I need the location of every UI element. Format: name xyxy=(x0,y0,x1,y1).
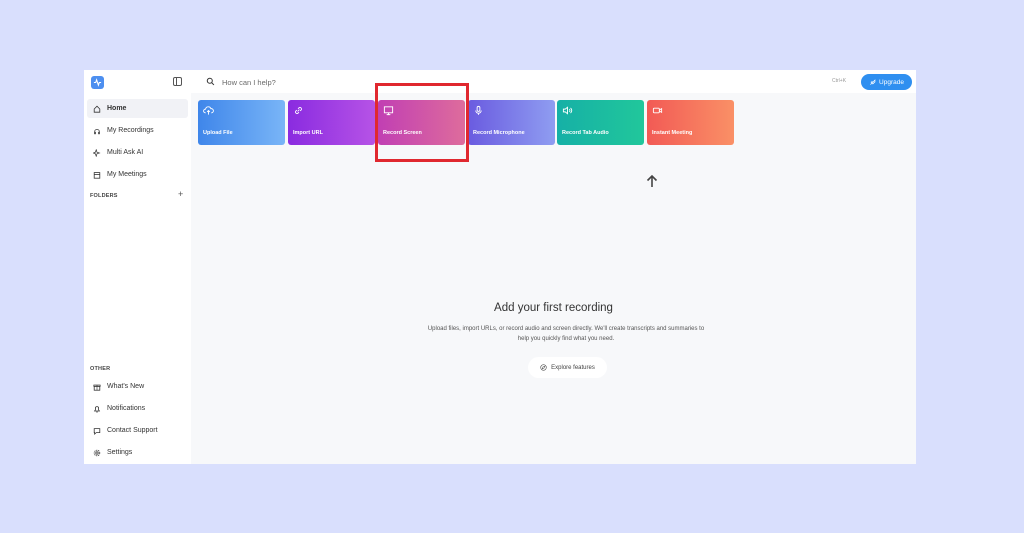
explore-features-label: Explore features xyxy=(551,364,595,371)
sidebar-item-label: What's New xyxy=(107,383,145,390)
sidebar-item-label: Notifications xyxy=(107,405,146,412)
sparkle-icon xyxy=(92,148,101,157)
sidebar-item-label: Home xyxy=(107,105,127,112)
upgrade-button[interactable]: Upgrade xyxy=(861,74,912,90)
gift-icon xyxy=(92,382,101,391)
calendar-icon xyxy=(92,170,101,179)
sidebar-item-label: Multi Ask AI xyxy=(107,149,144,156)
sidebar-item-label: My Recordings xyxy=(107,127,154,134)
sidebar-item-label: Settings xyxy=(107,449,133,456)
video-camera-icon xyxy=(652,107,663,114)
waveform-icon xyxy=(93,78,102,87)
home-icon xyxy=(92,104,101,113)
card-label: Import URL xyxy=(293,130,323,136)
microphone-icon xyxy=(475,105,482,115)
card-label: Record Microphone xyxy=(473,130,525,136)
card-label: Instant Meeting xyxy=(652,130,693,136)
rocket-icon xyxy=(870,78,876,85)
explore-features-button[interactable]: Explore features xyxy=(528,357,607,378)
add-folder-icon[interactable]: + xyxy=(178,190,183,199)
arrow-up-icon xyxy=(646,174,658,187)
sidebar-item-my-recordings[interactable]: My Recordings xyxy=(87,121,188,140)
search-shortcut-hint: Ctrl+K xyxy=(832,78,847,84)
main-content: Ctrl+K Upgrade Upload File Import URL xyxy=(191,70,916,464)
empty-state-description: Upload files, import URLs, or record aud… xyxy=(427,326,705,342)
link-icon xyxy=(295,107,302,114)
search-icon xyxy=(206,77,215,86)
sidebar-item-settings[interactable]: Settings xyxy=(87,443,188,462)
instant-meeting-card[interactable]: Instant Meeting xyxy=(647,100,734,145)
app-logo[interactable] xyxy=(91,76,104,89)
card-label: Record Tab Audio xyxy=(562,130,609,136)
card-label: Record Screen xyxy=(383,130,422,136)
sidebar-item-home[interactable]: Home xyxy=(87,99,188,118)
cloud-upload-icon xyxy=(203,106,214,115)
sidebar-item-label: Contact Support xyxy=(107,427,158,434)
sidebar-item-notifications[interactable]: Notifications xyxy=(87,399,188,418)
compass-icon xyxy=(540,364,547,371)
other-heading: OTHER xyxy=(90,366,111,372)
search-input[interactable] xyxy=(222,75,722,89)
monitor-icon xyxy=(383,106,394,116)
empty-state-title: Add your first recording xyxy=(494,302,613,314)
card-label: Upload File xyxy=(203,130,233,136)
gear-icon xyxy=(92,448,101,457)
sidebar-item-label: My Meetings xyxy=(107,171,147,178)
search-bar: Ctrl+K Upgrade xyxy=(191,70,916,93)
speaker-icon xyxy=(562,106,573,115)
chat-icon xyxy=(92,426,101,435)
import-url-card[interactable]: Import URL xyxy=(288,100,375,145)
folders-heading: FOLDERS xyxy=(90,193,118,199)
sidebar-item-multi-ask-ai[interactable]: Multi Ask AI xyxy=(87,143,188,162)
upgrade-label: Upgrade xyxy=(879,78,904,86)
sidebar: Home My Recordings Multi Ask AI My Meeti… xyxy=(84,70,191,464)
record-tab-audio-card[interactable]: Record Tab Audio xyxy=(557,100,644,145)
sidebar-item-my-meetings[interactable]: My Meetings xyxy=(87,165,188,184)
app-window: Home My Recordings Multi Ask AI My Meeti… xyxy=(84,70,916,464)
sidebar-item-whats-new[interactable]: What's New xyxy=(87,377,188,396)
sidebar-item-contact-support[interactable]: Contact Support xyxy=(87,421,188,440)
record-microphone-card[interactable]: Record Microphone xyxy=(468,100,555,145)
bell-icon xyxy=(92,404,101,413)
sidebar-toggle-icon[interactable] xyxy=(173,77,182,86)
upload-file-card[interactable]: Upload File xyxy=(198,100,285,145)
recordings-icon xyxy=(92,126,101,135)
record-screen-card[interactable]: Record Screen xyxy=(378,100,465,145)
